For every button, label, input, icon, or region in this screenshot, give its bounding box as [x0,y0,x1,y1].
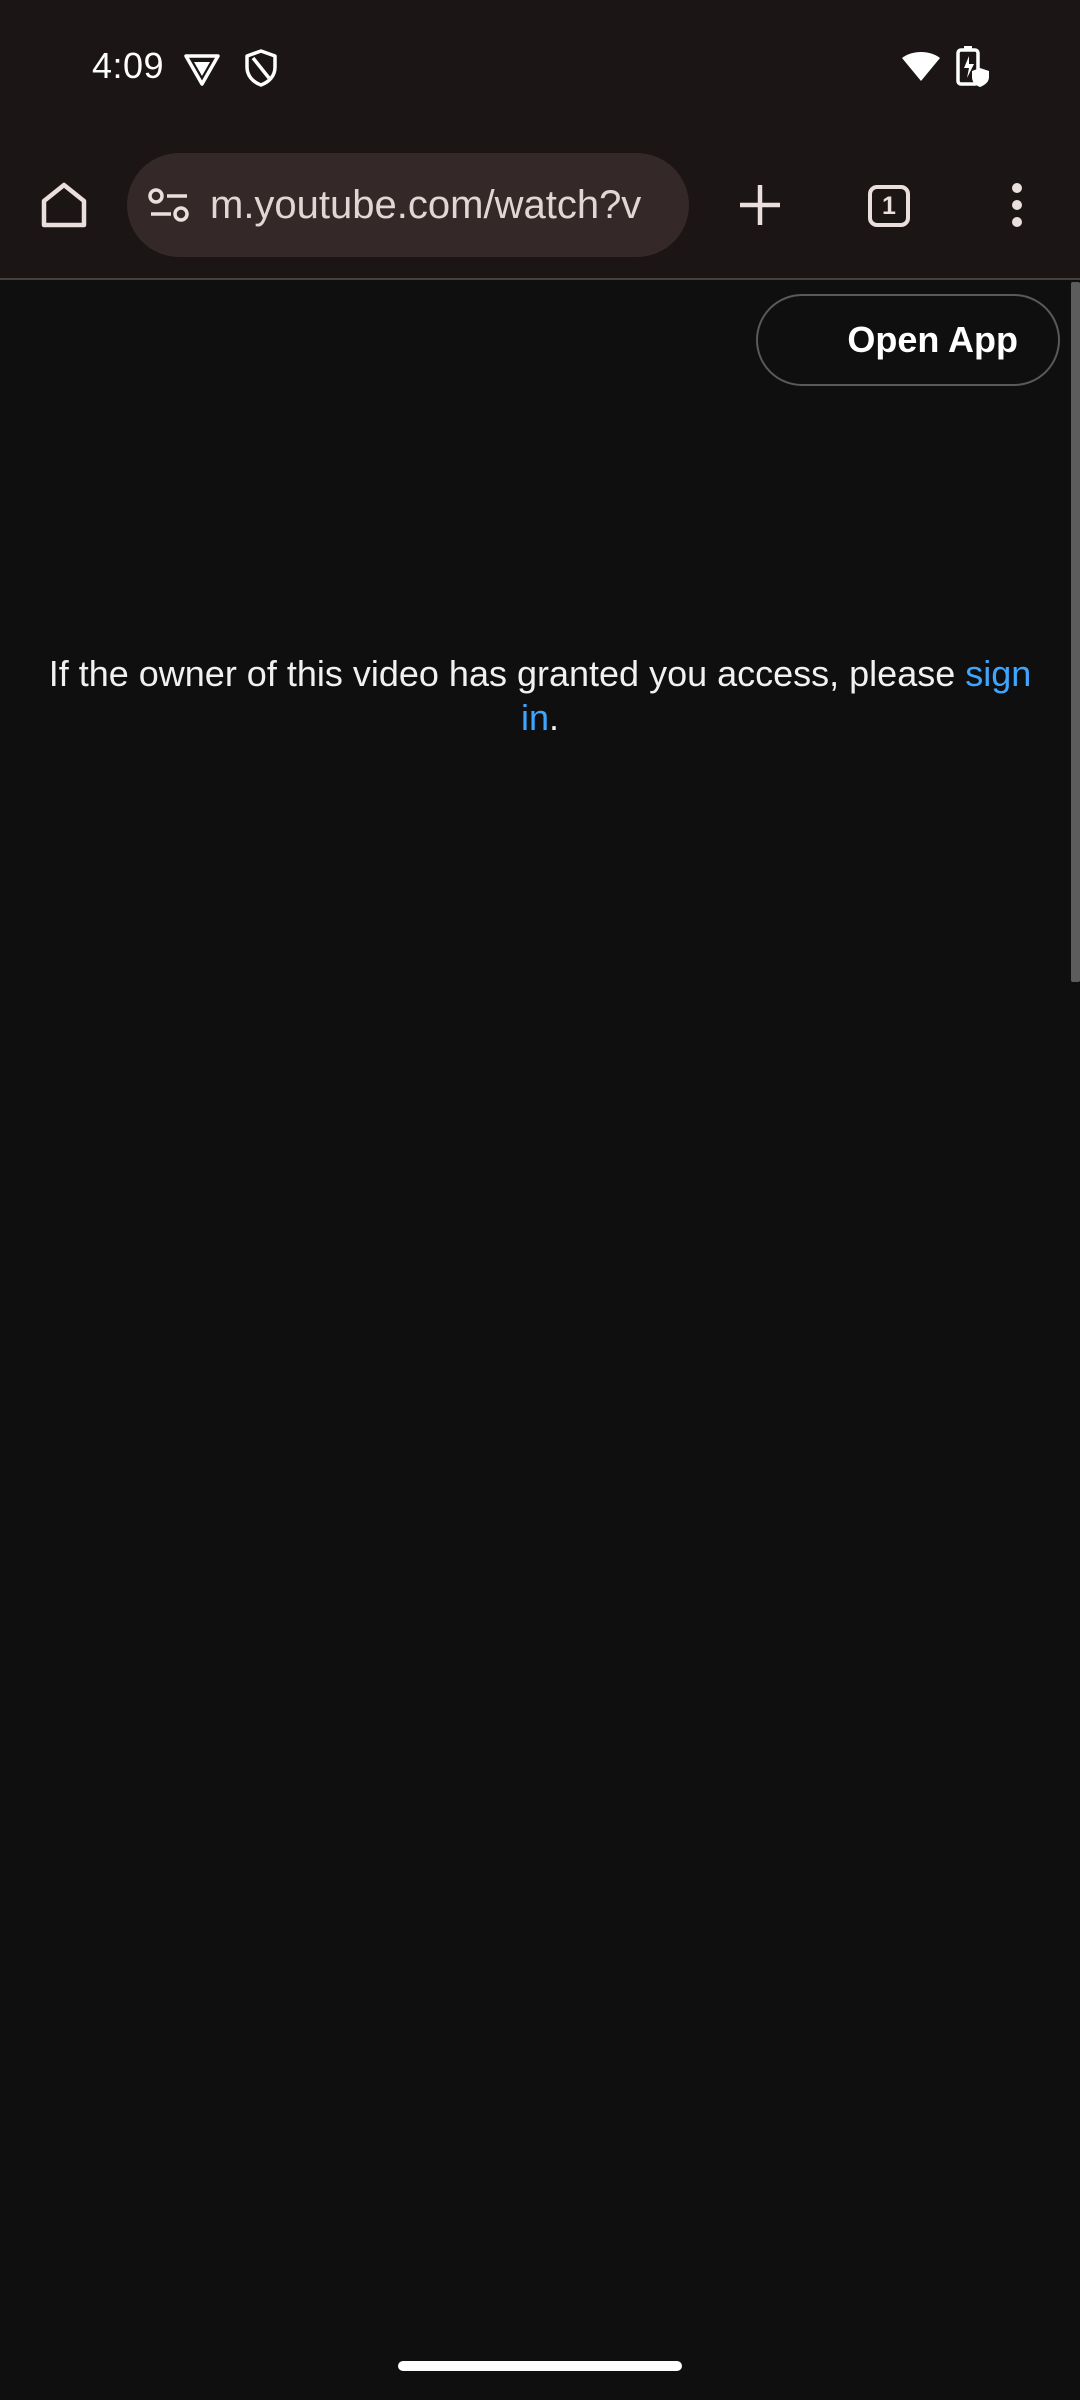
vpn-shield-icon [184,54,220,86]
overflow-menu-icon [1012,183,1022,227]
tab-switcher-button[interactable]: 1 [868,185,910,227]
home-button[interactable] [24,157,104,253]
web-page-content: Open App If the owner of this video has … [0,280,1080,2400]
new-tab-button[interactable] [718,157,802,253]
status-bar: 4:09 [0,0,1080,135]
private-video-message: If the owner of this video has granted y… [30,652,1050,740]
gesture-nav-handle[interactable] [398,2361,682,2371]
battery-saver-icon [956,46,989,87]
overflow-menu-button[interactable] [990,157,1044,253]
browser-toolbar: m.youtube.com/watch?v 1 [0,135,1080,280]
message-text: If the owner of this video has granted y… [48,653,966,694]
tab-count: 1 [882,191,896,220]
scrollbar[interactable] [1071,282,1080,982]
home-icon [41,182,87,228]
open-app-button[interactable]: Open App [756,294,1060,386]
address-bar[interactable]: m.youtube.com/watch?v [127,153,689,257]
shield-icon [245,49,277,87]
screen: 4:09 m.youtube.com/watch?v 1 Open App If… [0,0,1080,2400]
wifi-icon [902,52,940,81]
url-text[interactable]: m.youtube.com/watch?v [210,180,680,230]
status-time: 4:09 [92,45,165,86]
message-period: . [549,697,560,738]
site-settings-icon[interactable] [147,186,191,226]
new-tab-icon [740,185,780,225]
